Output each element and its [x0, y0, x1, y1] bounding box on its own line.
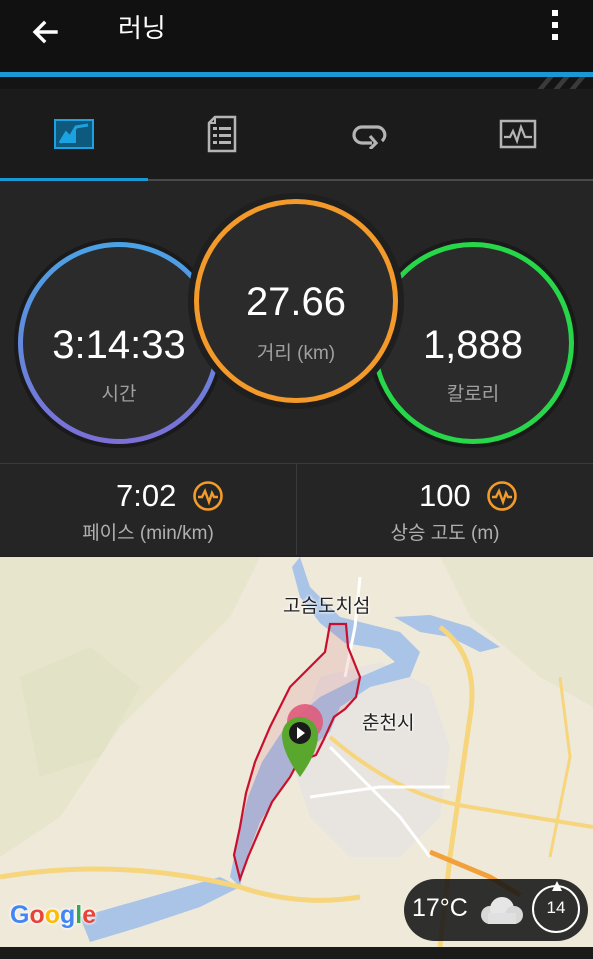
details-list-icon [207, 115, 237, 153]
calories-ring[interactable]: 1,888 칼로리 [372, 242, 574, 444]
calories-label: 칼로리 [446, 384, 500, 405]
summary-chart-icon [54, 119, 94, 149]
place-label-city: 춘천시 [362, 712, 415, 734]
tab-laps[interactable] [296, 89, 444, 179]
distance-label: 거리 (km) [256, 343, 336, 364]
distance-value: 27.66 [245, 280, 347, 324]
wind-direction-icon [552, 881, 562, 891]
graph-pulse-icon [499, 119, 537, 149]
google-logo[interactable]: Google [10, 901, 96, 930]
tab-details[interactable] [148, 89, 296, 179]
header-stripe [0, 77, 593, 89]
place-label-island: 고슴도치섬 [283, 595, 371, 617]
pace-label: 페이스 (min/km) [82, 523, 214, 544]
laps-loop-icon [352, 125, 387, 149]
insight-pulse-icon [193, 481, 223, 511]
insight-pulse-icon [487, 481, 517, 511]
elevation-value: 100 [419, 478, 471, 513]
pace-metric[interactable]: 7:02 페이스 (min/km) [0, 464, 296, 556]
temperature-text: 17°C [412, 894, 468, 922]
wind-speed: 14 [546, 898, 566, 917]
pace-value: 7:02 [116, 478, 177, 513]
bottom-bar [0, 947, 593, 959]
overflow-menu-button[interactable] [547, 10, 563, 46]
cloudy-icon [481, 897, 523, 924]
elevation-label: 상승 고도 (m) [390, 523, 500, 544]
page-title: 러닝 [118, 14, 166, 44]
arrow-left-icon [32, 20, 58, 44]
wind-dial: 14 [532, 881, 580, 933]
elevation-metric[interactable]: 100 상승 고도 (m) [297, 464, 593, 556]
time-value: 3:14:33 [52, 323, 186, 367]
app-bar: 러닝 [0, 0, 593, 72]
tab-summary[interactable] [0, 89, 148, 179]
time-label: 시간 [101, 384, 137, 405]
tab-graphs[interactable] [444, 89, 592, 179]
time-ring[interactable]: 3:14:33 시간 [18, 242, 220, 444]
tab-bar [0, 89, 593, 181]
metrics-divider [296, 463, 297, 555]
weather-badge[interactable]: 17°C 14 [404, 879, 588, 941]
distance-ring[interactable]: 27.66 거리 (km) [194, 199, 398, 403]
back-button[interactable] [26, 12, 66, 52]
calories-value: 1,888 [422, 323, 524, 367]
